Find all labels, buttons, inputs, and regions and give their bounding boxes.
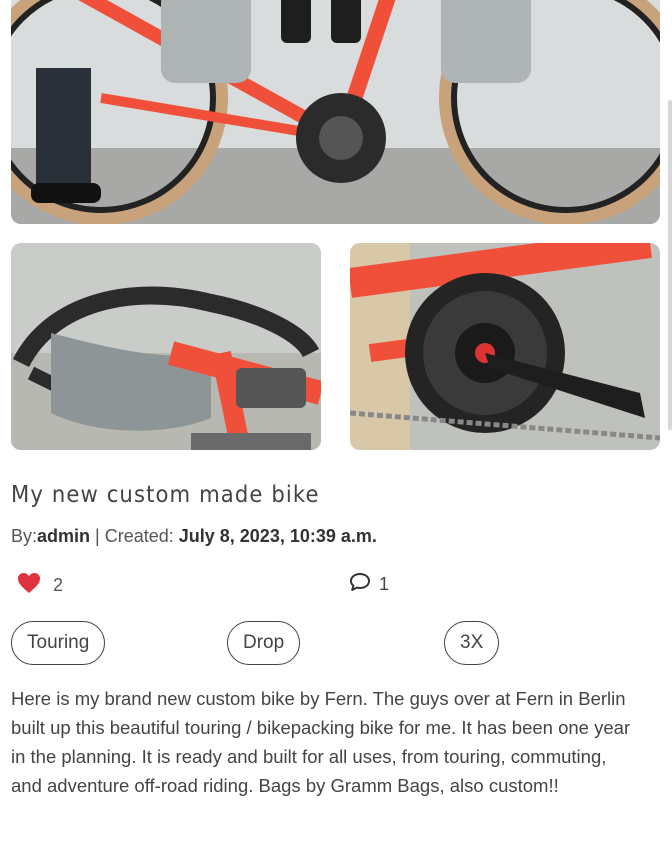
post-body: Here is my brand new custom bike by Fern… [11,688,631,796]
by-label: By: [11,526,38,546]
comment-icon[interactable] [349,572,371,597]
bike-photo-crankset [350,243,660,450]
bike-photo-handlebar [11,243,321,450]
heart-icon[interactable] [17,572,41,599]
created-date: July 8, 2023, 10:39 a.m. [178,526,377,546]
tag-touring[interactable]: Touring [11,621,106,665]
tag-drop[interactable]: Drop [227,621,301,665]
author-link[interactable]: admin [37,526,90,546]
comment-control[interactable]: 1 [349,572,389,597]
like-control[interactable]: 2 [17,572,63,599]
post-photo-crankset[interactable] [350,243,660,450]
tag-3x[interactable]: 3X [444,621,500,665]
post-photo-handlebar[interactable] [11,243,321,450]
scrollbar[interactable] [668,100,672,430]
created-label: | Created: [90,526,179,546]
post-meta: By:admin | Created: July 8, 2023, 10:39 … [11,526,377,547]
bike-photo-main [11,0,660,224]
post-photo-main[interactable] [11,0,660,224]
comment-count: 1 [379,574,390,594]
like-count: 2 [53,575,64,595]
post-title: My new custom made bike [11,482,320,508]
